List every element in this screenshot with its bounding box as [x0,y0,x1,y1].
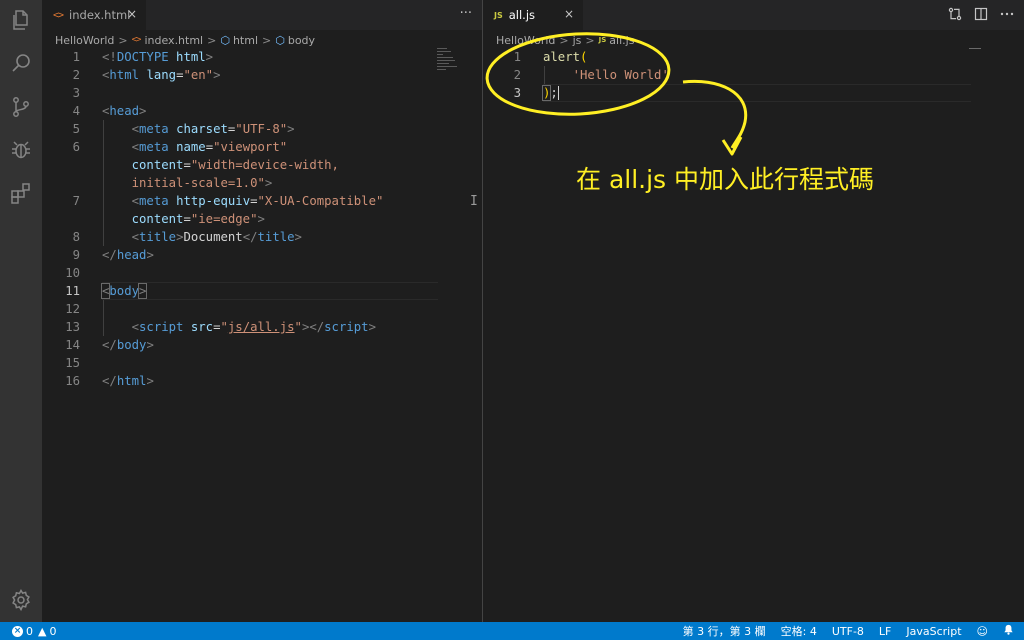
code-line: 15 [65,356,80,370]
tab-label: all.js [508,8,536,22]
right-tab-bar: JS all.js × [483,0,1024,30]
code-line: 5 <meta charset="UTF-8"> [72,122,295,136]
tab-index-html[interactable]: <> index.html × [42,0,146,30]
left-editor-group: <> index.html × ··· HelloWorld > <> inde… [42,0,482,622]
js-file-icon: JS [494,10,503,20]
code-line: 16 </html> [65,374,154,388]
code-line: 9 </head> [72,248,154,262]
code-line: 2 <html lang="en"> [72,68,221,82]
code-line: content="ie=edge"> [131,212,265,226]
debug-icon[interactable] [7,136,35,164]
text-cursor-icon: I [470,194,478,209]
error-count: 0 [26,624,33,638]
tab-label: index.html [69,8,131,22]
code-line: 7 <meta http-equiv="X-UA-Compatible" [72,194,384,208]
encoding[interactable]: UTF-8 [832,625,864,638]
tab-all-js[interactable]: JS all.js × [483,0,583,30]
split-editor-icon[interactable] [974,7,988,25]
breadcrumb-item[interactable]: index.html [144,34,203,47]
breadcrumb-item[interactable]: HelloWorld [55,34,114,47]
html-file-icon: <> [131,35,142,45]
element-cube-icon: ⬡ [220,33,230,47]
annotation-label: 在 all.js 中加入此行程式碼 [576,165,875,194]
code-line: 10 [65,266,80,280]
code-line: 1 <!DOCTYPE html> [72,50,214,64]
extensions-icon[interactable] [7,179,35,207]
code-line: 11 <body> [65,283,148,299]
end-of-line[interactable]: LF [879,625,891,638]
breadcrumb-item[interactable]: html [233,34,258,47]
files-icon[interactable] [7,6,35,34]
feedback-smiley-icon[interactable]: ☺ [977,625,988,638]
cursor-position[interactable]: 第 3 行，第 3 欄 [683,623,766,639]
annotation-highlight [485,32,748,156]
indentation[interactable]: 空格: 4 [781,623,817,639]
highlight-ellipse [485,32,671,116]
error-icon: × [12,625,23,637]
status-problems[interactable]: × 0 ▲ 0 [12,622,56,640]
code-line: content="width=device-width, [131,158,339,172]
minimap[interactable] [437,48,473,76]
chevron-right-icon: > [262,33,272,47]
warning-icon: ▲ [38,624,47,638]
status-right: 第 3 行，第 3 欄 空格: 4 UTF-8 LF JavaScript ☺ [668,622,1014,640]
code-line: 14 </body> [65,338,154,352]
settings-gear-icon[interactable] [7,586,35,614]
breadcrumb: HelloWorld > <> index.html > ⬡ html > ⬡ … [55,31,315,49]
status-bar: × 0 ▲ 0 第 3 行，第 3 欄 空格: 4 UTF-8 LF JavaS… [0,622,1024,640]
notifications-bell-icon[interactable] [1003,624,1014,638]
more-actions-icon[interactable] [1000,7,1014,25]
language-mode[interactable]: JavaScript [906,625,961,638]
code-line: 6 <meta name="viewport" [72,140,288,154]
code-line: 4 <head> [72,104,147,118]
element-cube-icon: ⬡ [275,33,285,47]
activity-bar [0,0,42,622]
search-icon[interactable] [7,50,35,78]
code-line: initial-scale=1.0"> [131,176,273,190]
chevron-right-icon: > [207,33,217,47]
source-control-icon[interactable] [7,93,35,121]
arrow-line [682,79,748,149]
warning-count: 0 [49,624,57,638]
breadcrumb-item[interactable]: body [288,34,315,47]
code-line: 8 <title>Document</title> [72,230,302,244]
more-actions-icon[interactable]: ··· [460,6,472,21]
split-compare-icon[interactable] [948,7,962,25]
minimap[interactable] [969,48,981,49]
code-line: 12 [65,302,80,316]
html-file-icon: <> [53,9,64,21]
chevron-right-icon: > [118,33,128,47]
right-tab-actions [936,7,1014,25]
code-line: 3 [72,86,80,100]
left-tab-bar: <> index.html × ··· [42,0,482,30]
left-tab-actions: ··· [448,6,472,21]
close-icon[interactable]: × [127,7,137,21]
close-icon[interactable]: × [564,7,574,21]
code-line: 13 <script src="js/all.js"></script> [65,320,376,334]
